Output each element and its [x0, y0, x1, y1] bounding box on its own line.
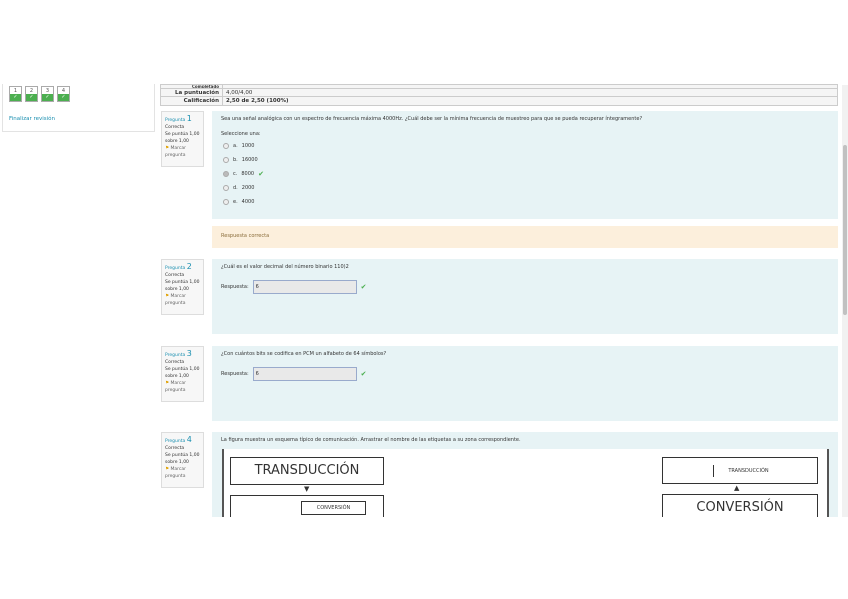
radio[interactable] [223, 143, 229, 149]
option-value: 16000 [241, 157, 258, 163]
check-icon: ✓ [10, 94, 21, 101]
check-icon: ✓ [42, 94, 53, 101]
summary-value: 2,50 de 2,50 (100%) [226, 98, 289, 104]
question-info-1: Pregunta 1 Correcta Se puntúa 1,00 sobre… [161, 111, 204, 167]
question-text: La figura muestra un esquema típico de c… [221, 437, 521, 443]
arrow-up-icon: ▲ [734, 484, 740, 492]
flag-label: Marcar pregunta [165, 467, 186, 479]
question-1-content: Sea una señal analógica con un espectro … [212, 111, 838, 219]
option-d[interactable]: d. 2000 [223, 181, 829, 195]
question-label: Pregunta [165, 118, 186, 123]
option-value: 8000 [241, 171, 255, 177]
summary-value [223, 85, 226, 88]
option-letter: d. [233, 185, 238, 191]
question-label: Pregunta [165, 266, 186, 271]
select-prompt: Seleccione una: [221, 131, 261, 137]
question-score: Se puntúa 1,00 sobre 1,00 [165, 453, 200, 465]
question-2-content: ¿Cuál es el valor decimal del número bin… [212, 259, 838, 334]
answer-input[interactable]: 6 [252, 367, 357, 381]
communication-diagram: TRANSDUCCIÓN ▼ CONVERSIÓN TRANSDUCCIÓN ▲… [222, 449, 829, 525]
radio[interactable] [223, 185, 229, 191]
scrollbar-thumb[interactable] [843, 145, 847, 315]
question-number: 4 [186, 435, 192, 444]
summary-value: 4,00/4,00 [226, 90, 253, 96]
radio[interactable] [223, 157, 229, 163]
question-label: Pregunta [165, 439, 186, 444]
check-icon: ✔ [360, 370, 367, 378]
check-icon: ✔ [258, 170, 264, 178]
option-a[interactable]: a. 1000 [223, 139, 829, 153]
flag-label: Marcar pregunta [165, 146, 186, 158]
nav-question-4[interactable]: 4 ✓ [57, 86, 70, 102]
answer-input[interactable]: 6 [252, 280, 357, 294]
feedback: Respuesta correcta [212, 226, 838, 248]
drag-label-transduction[interactable]: TRANSDUCCIÓN [713, 465, 783, 477]
flag-question[interactable]: ⚑ Marcar pregunta [165, 293, 200, 307]
nav-question-3[interactable]: 3 ✓ [41, 86, 54, 102]
question-text: Sea una señal analógica con un espectro … [221, 116, 643, 122]
question-state: Correcta [165, 125, 185, 130]
question-info-4: Pregunta 4 Correcta Se puntúa 1,00 sobre… [161, 432, 204, 488]
question-info-2: Pregunta 2 Correcta Se puntúa 1,00 sobre… [161, 259, 204, 315]
flag-icon: ⚑ [165, 381, 170, 386]
flag-icon: ⚑ [165, 467, 170, 472]
question-label: Pregunta [165, 353, 186, 358]
drop-zone-box: TRANSDUCCIÓN [662, 457, 818, 484]
option-e[interactable]: e. 4000 [223, 195, 829, 209]
question-state: Correcta [165, 360, 185, 365]
option-letter: b. [233, 157, 238, 163]
question-score: Se puntúa 1,00 sobre 1,00 [165, 367, 200, 379]
question-info-3: Pregunta 3 Correcta Se puntúa 1,00 sobre… [161, 346, 204, 402]
flag-question[interactable]: ⚑ Marcar pregunta [165, 466, 200, 480]
flag-question[interactable]: ⚑ Marcar pregunta [165, 145, 200, 159]
question-text: ¿Cuál es el valor decimal del número bin… [221, 264, 349, 270]
summary-key: La puntuación [161, 89, 223, 96]
option-b[interactable]: b. 16000 [223, 153, 829, 167]
question-number: 3 [186, 349, 192, 358]
nav-question-2[interactable]: 2 ✓ [25, 86, 38, 102]
review-summary: Completado La puntuación 4,00/4,00 Califi… [160, 84, 838, 106]
option-letter: a. [233, 143, 238, 149]
question-3-content: ¿Con cuántos bits se codifica en PCM un … [212, 346, 838, 421]
flag-icon: ⚑ [165, 294, 170, 299]
option-value: 4000 [241, 199, 255, 205]
summary-key: Completado [161, 85, 223, 88]
question-score: Se puntúa 1,00 sobre 1,00 [165, 280, 200, 292]
option-letter: e. [233, 199, 238, 205]
check-icon: ✓ [26, 94, 37, 101]
check-icon: ✔ [360, 283, 367, 291]
option-value: 1000 [241, 143, 255, 149]
scrollbar[interactable] [842, 85, 848, 517]
finish-review-link[interactable]: Finalizar revisión [9, 116, 55, 122]
arrow-down-icon: ▼ [304, 485, 310, 493]
flag-icon: ⚑ [165, 146, 170, 151]
answer-label: Respuesta: [221, 284, 249, 290]
nav-question-1[interactable]: 1 ✓ [9, 86, 22, 102]
quiz-navigation: 1 ✓ 2 ✓ 3 ✓ 4 ✓ Finalizar revisión [2, 84, 155, 132]
transduction-box: TRANSDUCCIÓN [230, 457, 384, 485]
question-state: Correcta [165, 446, 185, 451]
flag-question[interactable]: ⚑ Marcar pregunta [165, 380, 200, 394]
option-letter: c. [233, 171, 238, 177]
radio[interactable] [223, 171, 229, 177]
question-text: ¿Con cuántos bits se codifica en PCM un … [221, 351, 387, 357]
flag-label: Marcar pregunta [165, 294, 186, 306]
answer-label: Respuesta: [221, 371, 249, 377]
question-number: 1 [186, 114, 192, 123]
radio[interactable] [223, 199, 229, 205]
question-score: Se puntúa 1,00 sobre 1,00 [165, 132, 200, 144]
drag-label-conversion[interactable]: CONVERSIÓN [301, 501, 366, 515]
check-icon: ✓ [58, 94, 69, 101]
option-c[interactable]: c. 8000 ✔ [223, 167, 829, 181]
question-number: 2 [186, 262, 192, 271]
flag-label: Marcar pregunta [165, 381, 186, 393]
option-value: 2000 [241, 185, 255, 191]
summary-key: Calificación [161, 97, 223, 105]
question-state: Correcta [165, 273, 185, 278]
